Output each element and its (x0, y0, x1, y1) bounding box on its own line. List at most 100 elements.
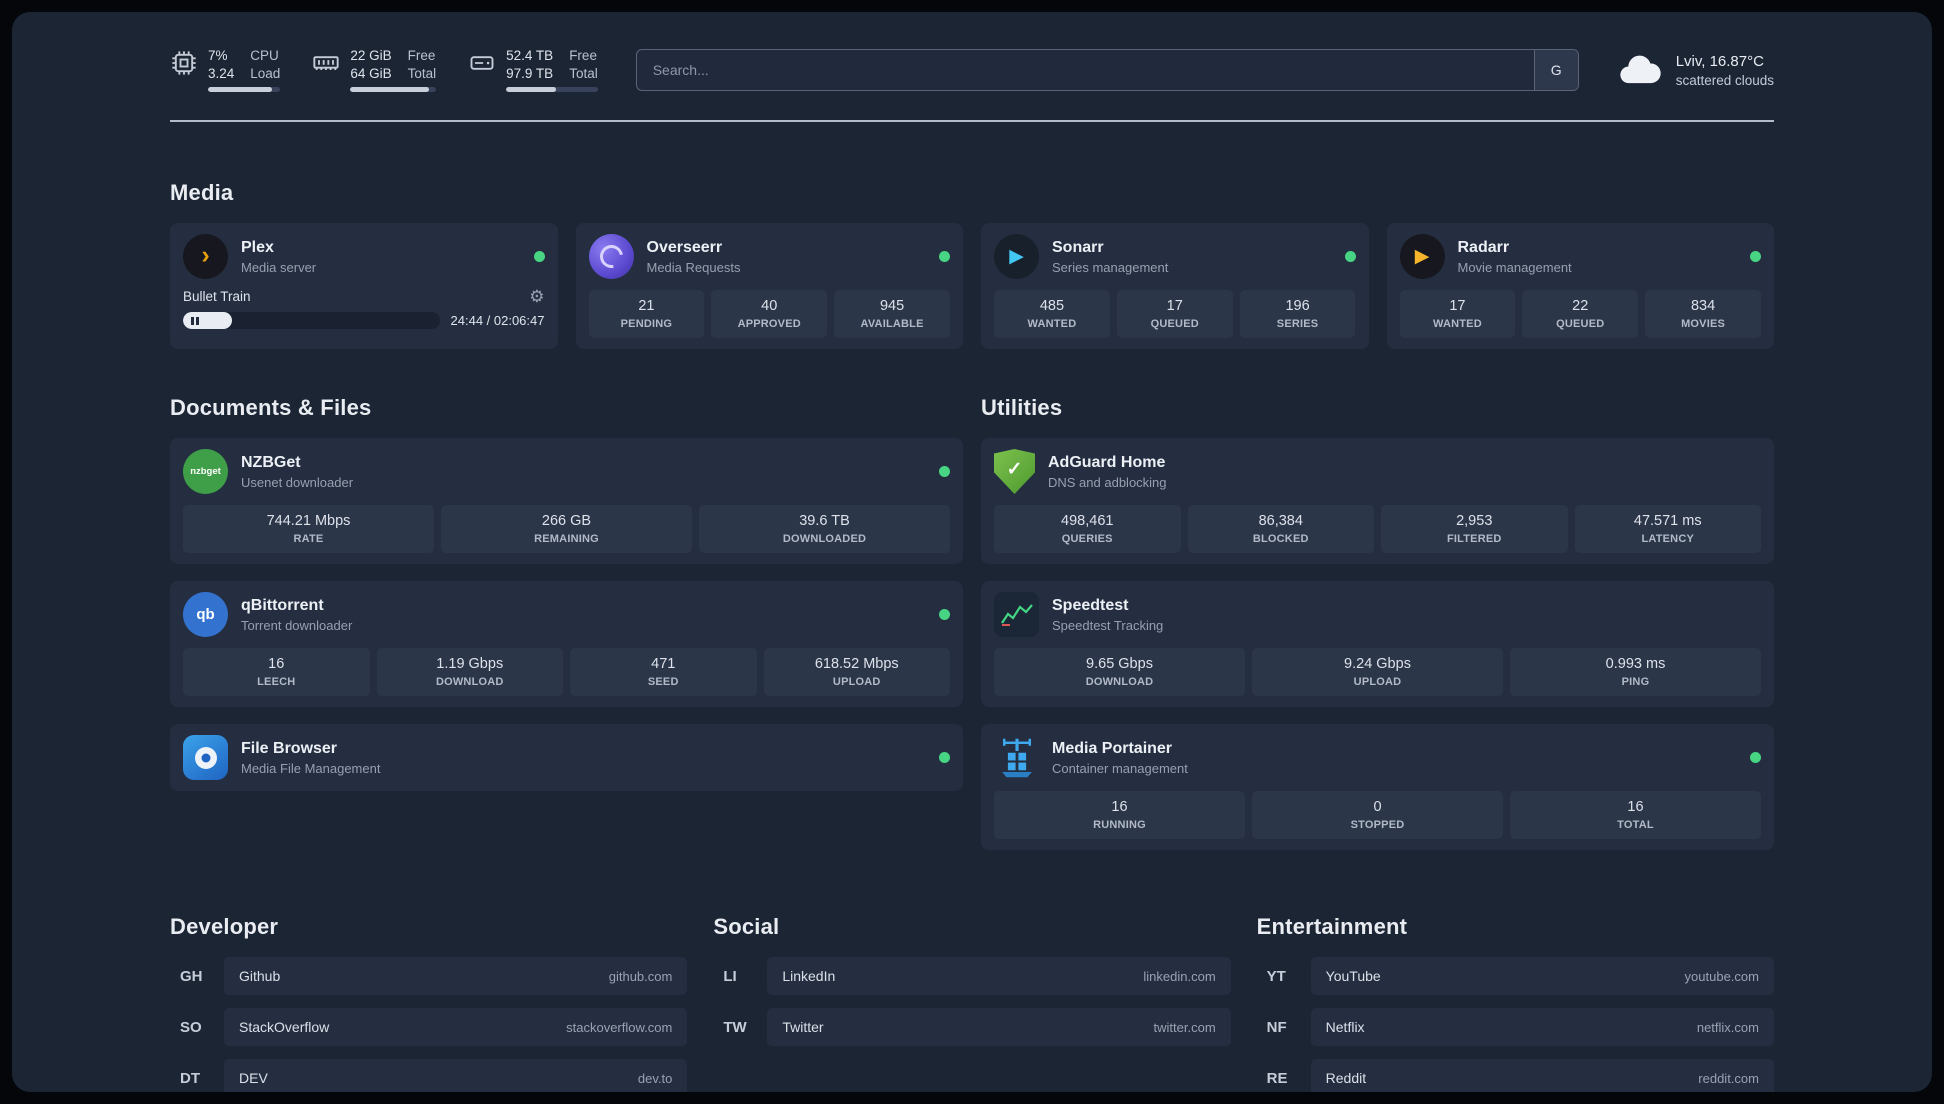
memory-free-label: Free (407, 48, 436, 63)
service-card-plex[interactable]: › Plex Media server Bullet Train ⚙ 24:44… (170, 223, 558, 349)
service-name: Sonarr (1052, 238, 1104, 256)
service-card-sonarr[interactable]: ▶ Sonarr Series management 485 WANTED 17 Q… (981, 223, 1369, 349)
weather-location: Lviv, 16.87°C (1675, 52, 1764, 70)
bookmark-abbr: GH (180, 967, 203, 985)
section-title-social: Social (713, 914, 780, 939)
stat-tile: 196 SERIES (1239, 290, 1356, 338)
service-name: Overseerr (646, 238, 723, 256)
status-dot (939, 752, 950, 763)
disk-widget: 52.4 TB 97.9 TB Free Total (468, 48, 598, 92)
service-card-radarr[interactable]: ▶ Radarr Movie management 17 WANTED 22 QUE… (1386, 223, 1774, 349)
bookmark-abbr: RE (1266, 1069, 1288, 1087)
cpu-load-label: Load (250, 66, 281, 81)
weather-condition: scattered clouds (1675, 72, 1774, 88)
disk-total-label: Total (569, 66, 598, 81)
stat-tile: 498,461 QUERIES (994, 505, 1181, 553)
bookmark-reddit[interactable]: RE Reddit reddit.com (1257, 1059, 1774, 1092)
service-name: Media Portainer (1052, 739, 1173, 757)
cpu-load-value: 3.24 (208, 66, 235, 81)
section-title-media: Media (170, 180, 234, 205)
service-card-portainer[interactable]: Media Portainer Container management 16 R… (981, 724, 1774, 850)
cloud-icon (1617, 51, 1663, 90)
stat-tile: 618.52 Mbps UPLOAD (763, 648, 950, 696)
stat-tile: 0.993 ms PING (1510, 648, 1761, 696)
filebrowser-icon (183, 735, 228, 780)
gear-icon[interactable]: ⚙ (529, 288, 544, 305)
service-name: qBittorrent (241, 596, 324, 614)
service-subtitle: Speedtest Tracking (1052, 617, 1164, 633)
cpu-widget: 7% 3.24 CPU Load (170, 48, 281, 92)
memory-total-value: 64 GiB (350, 66, 392, 81)
plex-now-playing: Bullet Train ⚙ 24:44 / 02:06:47 (183, 288, 545, 329)
adguard-icon: ✓ (994, 449, 1035, 494)
stat-tile: 16 RUNNING (994, 791, 1245, 839)
memory-widget: 22 GiB 64 GiB Free Total (312, 48, 437, 92)
stat-tile: 0 STOPPED (1252, 791, 1503, 839)
bookmark-linkedin[interactable]: LI LinkedIn linkedin.com (713, 957, 1231, 995)
section-title-utilities: Utilities (981, 395, 1063, 420)
service-card-filebrowser[interactable]: File Browser Media File Management (170, 724, 963, 791)
weather-widget: Lviv, 16.87°C scattered clouds (1617, 51, 1774, 90)
disk-progress-bar (506, 87, 598, 92)
stat-tile: 17 WANTED (1399, 290, 1516, 338)
bookmark-abbr: DT (180, 1069, 200, 1087)
stat-tile: 16 TOTAL (1510, 791, 1761, 839)
bookmark-dev[interactable]: DT DEV dev.to (170, 1059, 688, 1092)
memory-progress-bar (350, 87, 437, 92)
service-name: Radarr (1457, 238, 1510, 256)
search-provider-button[interactable]: G (1533, 50, 1578, 90)
stat-tile: 834 MOVIES (1645, 290, 1761, 338)
bookmark-youtube[interactable]: YT YouTube youtube.com (1257, 957, 1774, 995)
service-subtitle: Torrent downloader (241, 617, 353, 633)
stat-tile: 945 AVAILABLE (834, 290, 950, 338)
service-subtitle: Media server (241, 259, 317, 275)
section-title-entertainment: Entertainment (1256, 914, 1408, 939)
stat-tile: 21 PENDING (588, 290, 705, 338)
bookmark-abbr: TW (723, 1018, 747, 1036)
overseerr-icon (588, 234, 634, 279)
stat-tile: 86,384 BLOCKED (1187, 505, 1374, 553)
pause-icon[interactable] (191, 316, 199, 325)
app-frame: 7% 3.24 CPU Load 22 GiB 64 GiB Free Tota… (0, 0, 1944, 1104)
speedtest-icon (994, 592, 1039, 637)
cpu-progress-bar (208, 87, 281, 92)
stat-tile: 40 APPROVED (711, 290, 828, 338)
radarr-icon: ▶ (1399, 234, 1445, 279)
stat-tile: 744.21 Mbps RATE (183, 505, 434, 553)
service-subtitle: DNS and adblocking (1048, 474, 1167, 490)
stat-tile: 2,953 FILTERED (1381, 505, 1568, 553)
dashboard-panel: 7% 3.24 CPU Load 22 GiB 64 GiB Free Tota… (12, 12, 1932, 1092)
stat-tile: 47.571 ms LATENCY (1574, 505, 1761, 553)
service-card-overseerr[interactable]: Overseerr Media Requests 21 PENDING 40 APP… (575, 223, 963, 349)
status-dot (939, 251, 950, 262)
service-card-adguard[interactable]: ✓ AdGuard Home DNS and adblocking 498,46… (981, 438, 1774, 564)
now-playing-title: Bullet Train (183, 289, 251, 304)
service-card-qbittorrent[interactable]: qb qBittorrent Torrent downloader 16 LEEC… (170, 581, 963, 707)
service-card-speedtest[interactable]: Speedtest Speedtest Tracking 9.65 Gbps DO… (981, 581, 1774, 707)
cpu-usage-value: 7% (208, 48, 228, 63)
stat-tile: 39.6 TB DOWNLOADED (699, 505, 950, 553)
service-name: AdGuard Home (1048, 453, 1166, 471)
stat-tile: 9.24 Gbps UPLOAD (1252, 648, 1503, 696)
service-card-nzbget[interactable]: nzbget NZBGet Usenet downloader 744.21 M… (170, 438, 963, 564)
playback-progress-bar[interactable] (183, 312, 440, 329)
bookmark-github[interactable]: GH Github github.com (170, 957, 688, 995)
service-name: File Browser (241, 739, 338, 757)
bookmark-abbr: NF (1266, 1018, 1287, 1036)
memory-total-label: Total (407, 66, 437, 81)
stat-tile: 16 LEECH (183, 648, 370, 696)
status-dot (1750, 752, 1761, 763)
bookmark-stackoverflow[interactable]: SO StackOverflow stackoverflow.com (170, 1008, 688, 1046)
qbittorrent-icon: qb (183, 592, 228, 637)
bookmark-twitter[interactable]: TW Twitter twitter.com (713, 1008, 1231, 1046)
nzbget-icon: nzbget (183, 449, 228, 494)
bookmark-abbr: YT (1266, 967, 1286, 985)
cpu-usage-label: CPU (250, 48, 279, 63)
sonarr-icon: ▶ (994, 234, 1039, 279)
disk-free-value: 52.4 TB (506, 48, 554, 63)
stat-tile: 17 QUEUED (1116, 290, 1233, 338)
bookmark-netflix[interactable]: NF Netflix netflix.com (1257, 1008, 1774, 1046)
search-input[interactable] (636, 50, 1534, 90)
plex-icon: › (183, 234, 228, 279)
section-title-documents: Documents & Files (170, 395, 372, 420)
